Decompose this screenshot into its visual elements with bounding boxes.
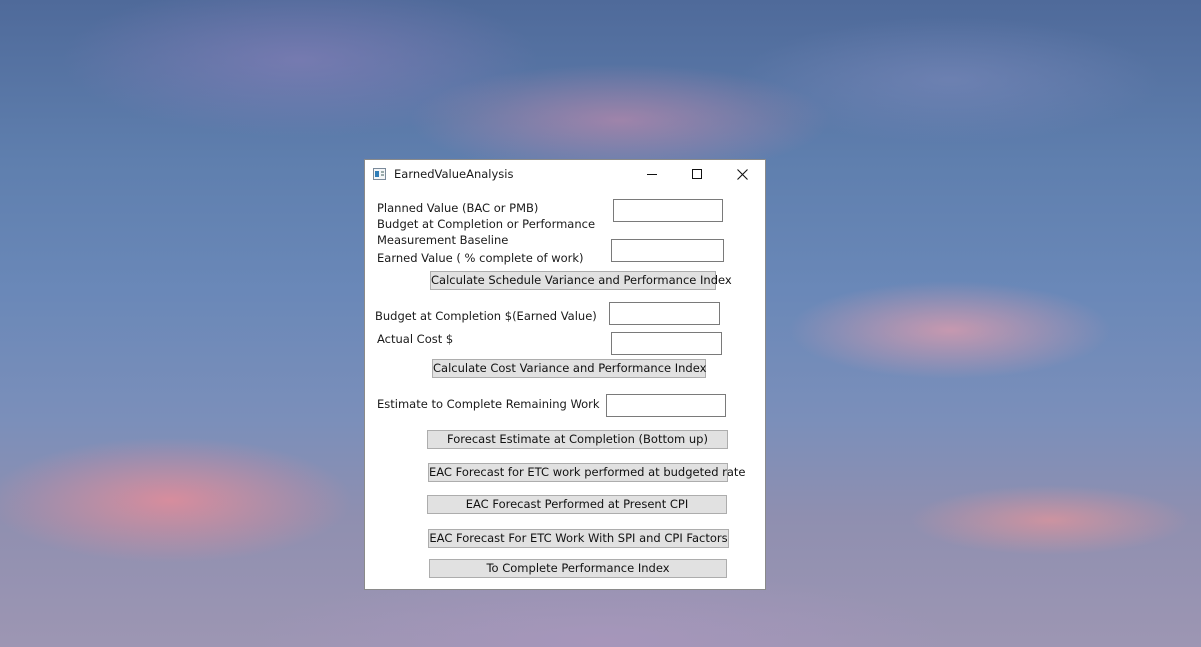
planned-value-input[interactable] [613, 199, 723, 222]
actual-cost-input[interactable] [611, 332, 722, 355]
planned-value-desc-line1: Budget at Completion or Performance [377, 217, 596, 231]
earned-value-label: Earned Value ( % complete of work) [377, 251, 584, 265]
eac-present-cpi-button[interactable]: EAC Forecast Performed at Present CPI [427, 495, 727, 514]
actual-cost-label: Actual Cost $ [377, 332, 454, 346]
app-window-icon [373, 168, 386, 180]
calculate-cost-button[interactable]: Calculate Cost Variance and Performance … [432, 359, 706, 378]
earned-value-window: EarnedValueAnalysis Planned Value (BAC o… [364, 159, 766, 590]
eac-budgeted-rate-button[interactable]: EAC Forecast for ETC work performed at b… [428, 463, 746, 482]
budget-at-completion-label: Budget at Completion $(Earned Value) [375, 309, 597, 323]
close-icon[interactable] [720, 160, 766, 190]
forecast-bottom-up-button[interactable]: Forecast Estimate at Completion (Bottom … [427, 430, 728, 449]
eac-spi-cpi-button[interactable]: EAC Forecast For ETC Work With SPI and C… [428, 529, 729, 548]
planned-value-label: Planned Value (BAC or PMB) [377, 201, 539, 215]
etc-label: Estimate to Complete Remaining Work [377, 397, 600, 411]
budget-at-completion-input[interactable] [609, 302, 720, 325]
etc-input[interactable] [606, 394, 726, 417]
minimize-icon[interactable] [630, 160, 676, 190]
planned-value-desc-line2: Measurement Baseline [377, 233, 509, 247]
tcpi-button[interactable]: To Complete Performance Index [429, 559, 727, 578]
window-title: EarnedValueAnalysis [394, 167, 514, 181]
earned-value-input[interactable] [611, 239, 724, 262]
title-bar[interactable]: EarnedValueAnalysis [365, 160, 765, 190]
maximize-icon[interactable] [675, 160, 721, 190]
calculate-schedule-button[interactable]: Calculate Schedule Variance and Performa… [430, 271, 732, 290]
